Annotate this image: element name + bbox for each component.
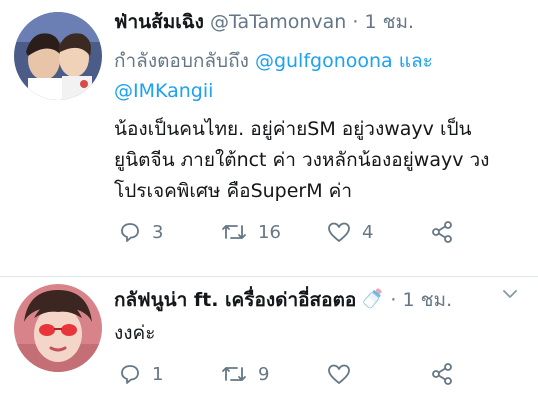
tweet-text-line: ยูนิตจีน ภายใต้nct ค่า วงหลักน้องอยู่way… xyxy=(114,149,490,171)
chevron-down-icon xyxy=(503,290,517,298)
mention-joiner: และ xyxy=(398,50,433,72)
separator-dot: · xyxy=(352,11,359,33)
tweet-text-line: โปรเจคพิเศษ คือSuperM ค่า xyxy=(114,180,353,202)
share-icon xyxy=(432,363,452,385)
tweet-actions: 1 9 xyxy=(114,360,514,388)
heart-icon xyxy=(328,364,350,384)
reply-icon xyxy=(121,223,139,242)
mention-link-1[interactable]: @gulfgonoona xyxy=(255,50,393,72)
baby-bottle-icon xyxy=(362,286,384,316)
tweet-2[interactable]: กลัฟนูน่า ft. เครื่องด่าอี่สอตอ · 1 ชม. … xyxy=(0,278,538,409)
retweet-button[interactable]: 16 xyxy=(220,218,281,246)
tweet-text-line: งงค่ะ xyxy=(114,322,156,344)
like-count: 4 xyxy=(362,221,374,243)
retweet-button[interactable]: 9 xyxy=(220,360,269,388)
retweet-count: 16 xyxy=(258,221,281,243)
user-handle[interactable]: @TaTamonvan xyxy=(210,11,346,33)
avatar[interactable] xyxy=(14,12,102,100)
tweet-1[interactable]: ฟ่านส้มเฉิง @TaTamonvan · 1 ชม. กำลังตอบ… xyxy=(0,0,538,275)
retweet-count: 9 xyxy=(258,363,270,385)
tweet-text: งงค่ะ xyxy=(114,318,524,349)
tweet-divider xyxy=(0,276,538,277)
share-icon xyxy=(432,221,452,243)
reply-count: 1 xyxy=(152,363,164,385)
tweet-text-line: น้องเป็นคนไทย. อยู่ค่ายSM อยู่วงwayv เป็… xyxy=(114,118,472,140)
tweet-header: ฟ่านส้มเฉิง @TaTamonvan · 1 ชม. xyxy=(114,10,414,34)
reply-button[interactable]: 3 xyxy=(118,218,163,246)
separator-dot: · xyxy=(390,289,397,311)
display-name[interactable]: ฟ่านส้มเฉิง xyxy=(114,11,204,33)
tweet-menu-button[interactable] xyxy=(502,286,518,306)
reply-icon xyxy=(121,365,139,384)
tweet-header: กลัฟนูน่า ft. เครื่องด่าอี่สอตอ · 1 ชม. xyxy=(114,286,452,316)
mention-link-2[interactable]: @IMKangii xyxy=(114,80,213,102)
reply-button[interactable]: 1 xyxy=(118,360,163,388)
replying-to-label: กำลังตอบกลับถึง xyxy=(114,50,249,72)
heart-icon xyxy=(328,222,350,242)
share-button[interactable] xyxy=(430,218,454,246)
avatar[interactable] xyxy=(14,284,102,372)
tweet-actions: 3 16 4 xyxy=(114,218,514,246)
avatar-photo xyxy=(14,284,102,372)
retweet-icon xyxy=(222,367,246,381)
replying-to: กำลังตอบกลับถึง @gulfgonoona และ @IMKang… xyxy=(114,46,524,106)
like-button[interactable] xyxy=(326,360,362,388)
timestamp[interactable]: 1 ชม. xyxy=(364,11,414,33)
like-button[interactable]: 4 xyxy=(326,218,373,246)
tweet-text: น้องเป็นคนไทย. อยู่ค่ายSM อยู่วงwayv เป็… xyxy=(114,114,524,207)
share-button[interactable] xyxy=(430,360,454,388)
timestamp[interactable]: 1 ชม. xyxy=(403,289,453,311)
display-name[interactable]: กลัฟนูน่า ft. เครื่องด่าอี่สอตอ xyxy=(114,289,356,311)
retweet-icon xyxy=(222,225,246,239)
reply-count: 3 xyxy=(152,221,164,243)
avatar-photo xyxy=(14,12,102,100)
